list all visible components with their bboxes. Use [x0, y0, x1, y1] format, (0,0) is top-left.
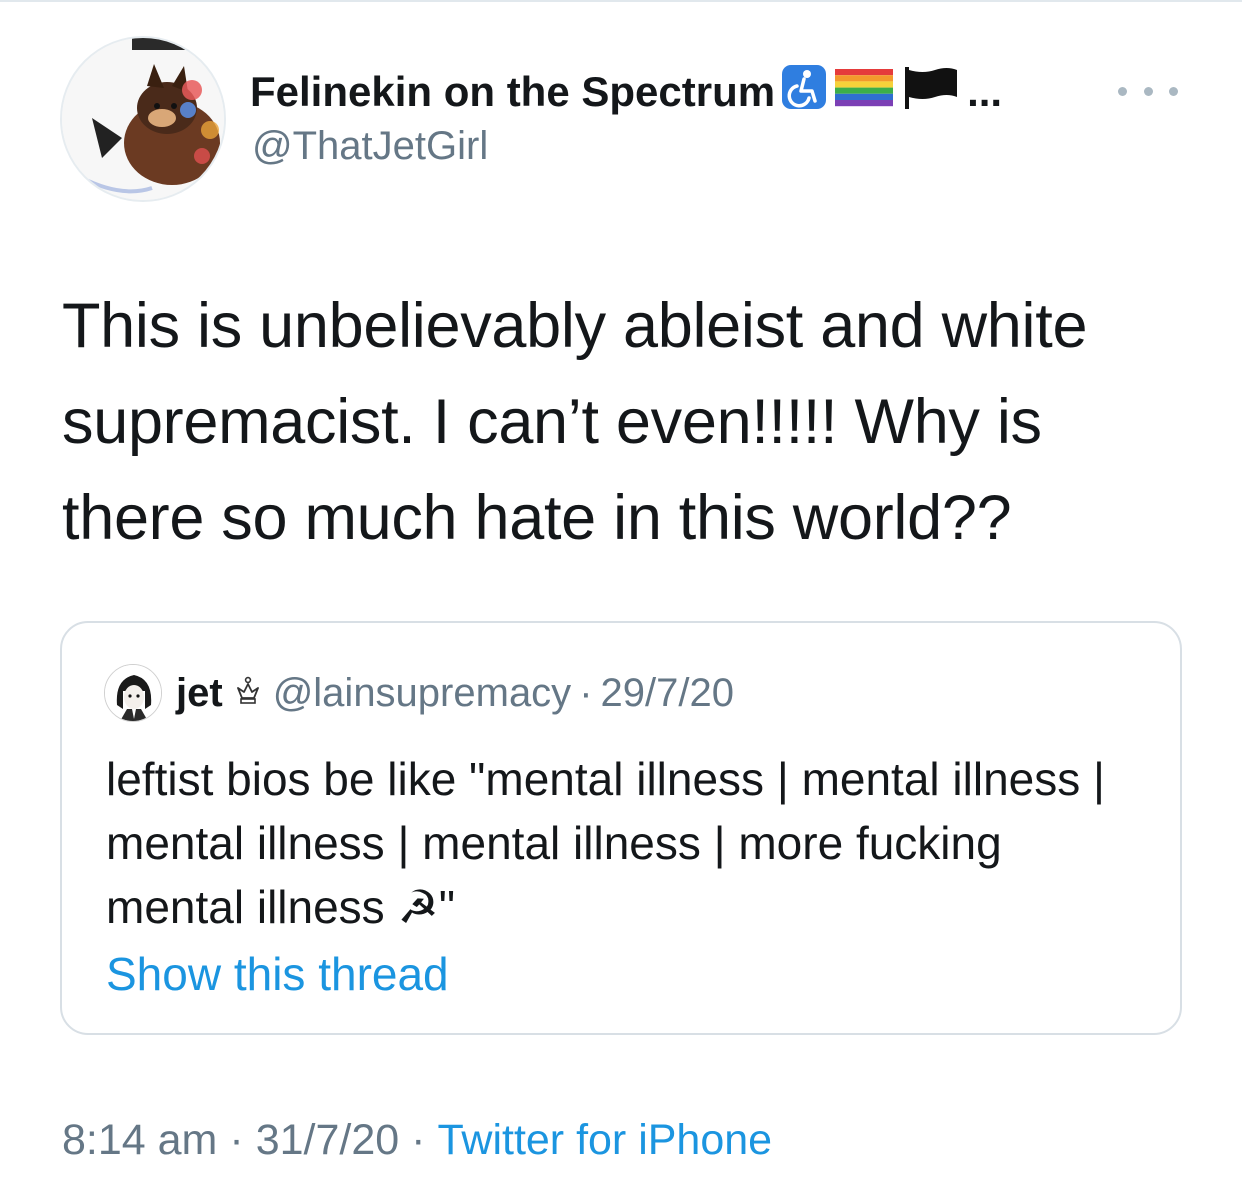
tweet-detail: Felinekin on the Spectrum ... @ThatJetGi… [0, 0, 1242, 1181]
tweet-source-link[interactable]: Twitter for iPhone [438, 1116, 773, 1165]
quoted-author-name[interactable]: jet [176, 671, 223, 716]
tweet-metadata: 8:14 am · 31/7/20 · Twitter for iPhone [62, 1112, 772, 1168]
tweet-date[interactable]: 31/7/20 [256, 1116, 399, 1165]
more-dot-icon [1118, 86, 1127, 96]
meta-separator: · [579, 670, 593, 715]
quoted-tweet-header: jet @lainsupremacy · 29/7/20 [104, 663, 734, 723]
quoted-tweet-date[interactable]: 29/7/20 [601, 671, 734, 716]
cat-avatar-image [62, 38, 224, 200]
more-dot-icon [1143, 86, 1153, 96]
meta-separator: · [411, 1115, 426, 1164]
anime-avatar-image [105, 665, 161, 721]
author-display-name[interactable]: Felinekin on the Spectrum ... [250, 64, 1002, 120]
top-divider [0, 0, 1242, 2]
show-thread-link[interactable]: Show this thread [106, 947, 449, 1001]
crown-icon [235, 676, 261, 711]
wheelchair-icon [781, 64, 827, 120]
author-name-text: Felinekin on the Spectrum [250, 68, 776, 115]
author-handle[interactable]: @ThatJetGirl [252, 124, 488, 169]
tweet-text: This is unbelievably ableist and white s… [62, 291, 1088, 553]
more-options-button[interactable] [1118, 76, 1178, 106]
black-flag-icon [901, 65, 961, 119]
rainbow-flag-icon [833, 65, 895, 119]
quoted-tweet-card[interactable]: jet @lainsupremacy · 29/7/20 leftist bio… [60, 621, 1182, 1035]
name-truncation: ... [967, 68, 1003, 115]
quoted-author-handle[interactable]: @lainsupremacy [273, 671, 572, 716]
meta-separator: · [229, 1115, 244, 1164]
author-avatar[interactable] [60, 36, 226, 202]
quoted-author-avatar[interactable] [104, 664, 162, 722]
more-dot-icon [1169, 86, 1178, 96]
quoted-tweet-text: leftist bios be like "mental illness | m… [106, 753, 1105, 933]
tweet-time[interactable]: 8:14 am [62, 1116, 217, 1165]
